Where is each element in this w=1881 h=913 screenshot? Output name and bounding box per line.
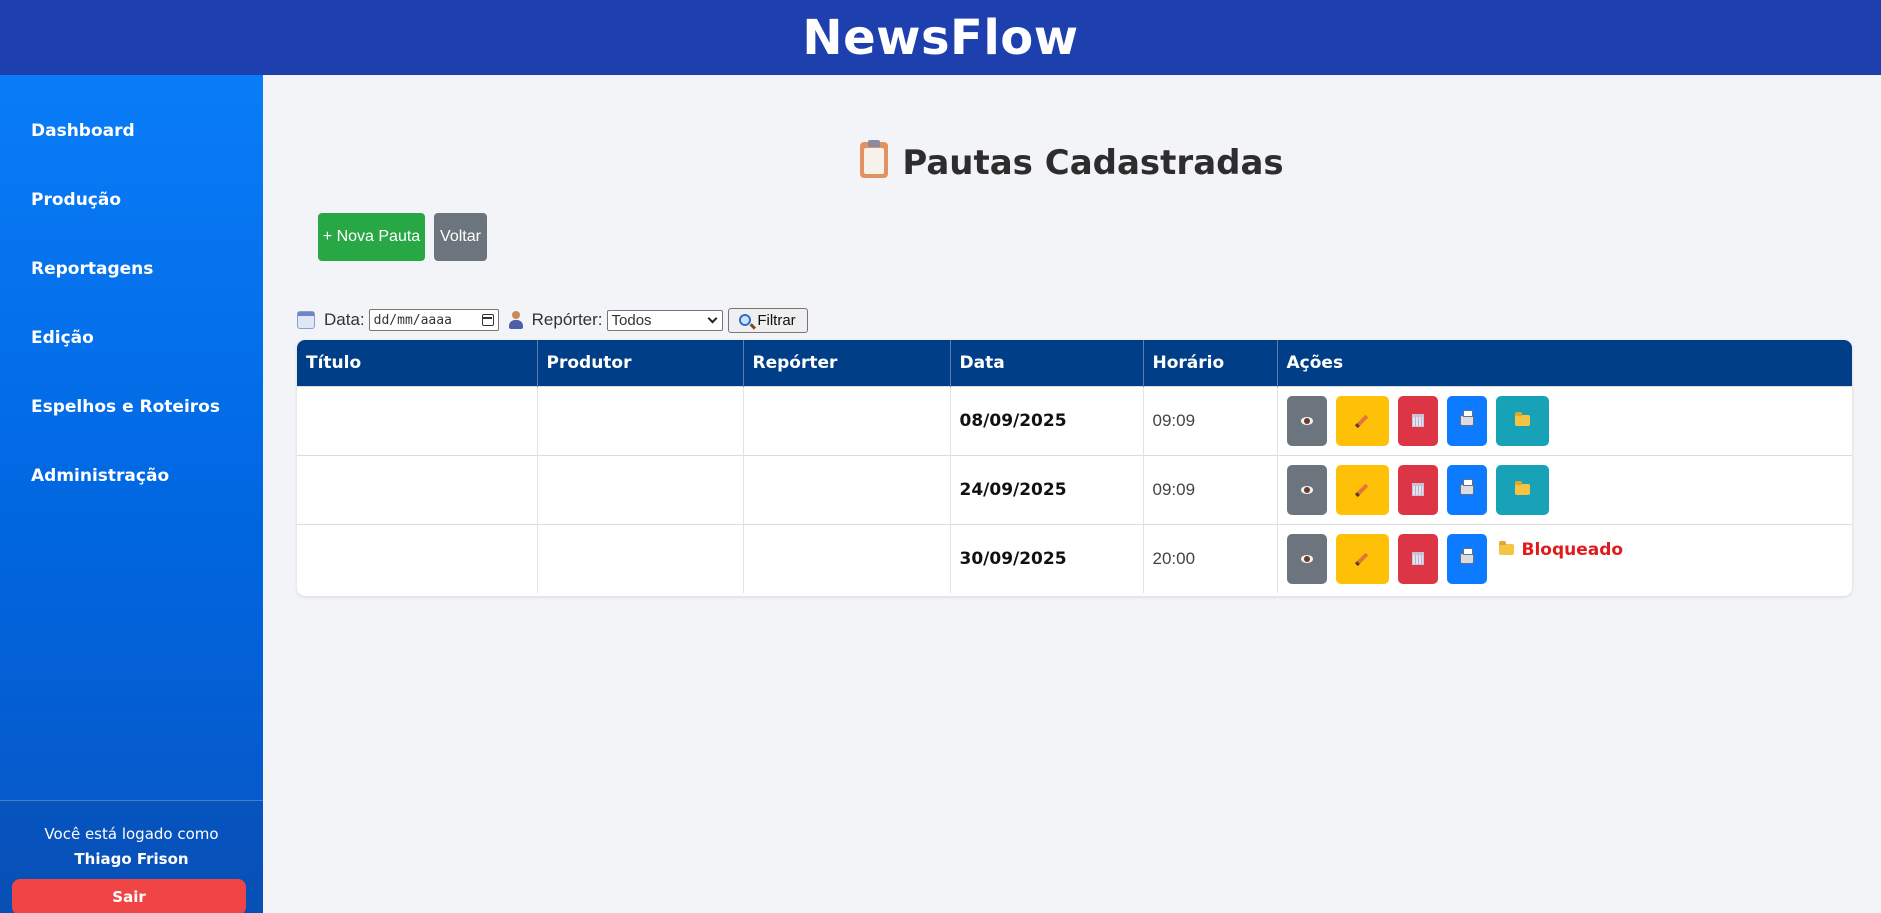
- blocked-status: Bloqueado: [1498, 539, 1624, 560]
- cell-data: 08/09/2025: [950, 385, 1144, 455]
- cell-produtor: [537, 385, 744, 455]
- view-button[interactable]: [1286, 464, 1327, 515]
- view-button[interactable]: [1286, 533, 1327, 584]
- sidebar-item-edicao[interactable]: Edição: [0, 328, 263, 397]
- column-header-produtor: Produtor: [537, 340, 744, 386]
- reporter-icon: [508, 311, 524, 329]
- sidebar: Dashboard Produção Reportagens Edição Es…: [0, 75, 263, 913]
- chevron-down-icon: [707, 313, 717, 323]
- eye-icon: [1300, 416, 1313, 425]
- date-picker-icon[interactable]: [481, 314, 494, 326]
- column-header-horario: Horário: [1143, 340, 1278, 386]
- back-button[interactable]: Voltar: [434, 213, 487, 261]
- printer-icon: [1459, 548, 1474, 565]
- eye-icon: [1300, 554, 1313, 563]
- sidebar-item-producao[interactable]: Produção: [0, 190, 263, 259]
- logout-button[interactable]: Sair: [12, 879, 246, 913]
- cell-acoes: Bloqueado: [1277, 523, 1852, 593]
- pencil-icon: [1355, 414, 1369, 427]
- print-button[interactable]: [1446, 464, 1487, 515]
- print-button[interactable]: [1446, 533, 1487, 584]
- search-icon: [739, 314, 752, 326]
- cell-titulo: [297, 385, 538, 455]
- sidebar-item-reportagens[interactable]: Reportagens: [0, 259, 263, 328]
- new-pauta-button[interactable]: + Nova Pauta: [318, 213, 425, 261]
- sidebar-item-dashboard[interactable]: Dashboard: [0, 121, 263, 190]
- folder-icon: [1514, 481, 1530, 495]
- row-actions: Bloqueado: [1286, 533, 1844, 584]
- row-actions: [1286, 395, 1844, 446]
- folder-button[interactable]: [1495, 395, 1549, 446]
- main-content: Pautas Cadastradas + Nova Pauta Voltar D…: [263, 75, 1881, 913]
- column-header-reporter: Repórter: [743, 340, 951, 386]
- cell-horario: 09:09: [1143, 454, 1278, 524]
- date-filter-label: Data:: [324, 310, 365, 329]
- printer-icon: [1459, 410, 1474, 426]
- logged-in-text: Você está logado como Thiago Frison: [0, 822, 263, 872]
- cell-acoes: [1277, 385, 1852, 455]
- cell-data: 24/09/2025: [950, 454, 1144, 524]
- user-name: Thiago Frison: [74, 850, 189, 868]
- column-header-data: Data: [950, 340, 1144, 386]
- pencil-icon: [1355, 552, 1369, 566]
- sidebar-item-espelhos-roteiros[interactable]: Espelhos e Roteiros: [0, 397, 263, 466]
- logged-in-prefix: Você está logado como: [44, 825, 219, 843]
- delete-button[interactable]: [1397, 464, 1438, 515]
- table-row: 08/09/2025 09:09: [297, 385, 1852, 455]
- cell-data: 30/09/2025: [950, 523, 1144, 593]
- sidebar-nav: Dashboard Produção Reportagens Edição Es…: [0, 75, 263, 535]
- column-header-titulo: Título: [297, 340, 538, 386]
- delete-button[interactable]: [1397, 395, 1438, 446]
- cell-produtor: [537, 454, 744, 524]
- date-filter-input[interactable]: dd/mm/aaaa: [368, 309, 499, 331]
- app-title: NewsFlow: [802, 9, 1079, 66]
- reporter-filter-label: Repórter:: [531, 310, 603, 329]
- printer-icon: [1459, 479, 1474, 495]
- edit-button[interactable]: [1335, 533, 1389, 584]
- folder-icon: [1514, 412, 1530, 426]
- trash-icon: [1411, 414, 1424, 427]
- reporter-select-value: Todos: [611, 311, 652, 329]
- folder-icon: [1498, 541, 1514, 556]
- cell-acoes: [1277, 454, 1852, 524]
- cell-titulo: [297, 523, 538, 593]
- sidebar-item-administracao[interactable]: Administração: [0, 466, 263, 535]
- pautas-table: Título Produtor Repórter Data Horário Aç…: [297, 340, 1852, 596]
- cell-horario: 09:09: [1143, 385, 1278, 455]
- trash-icon: [1411, 552, 1424, 566]
- blocked-label: Bloqueado: [1521, 539, 1624, 560]
- calendar-icon: [297, 311, 315, 329]
- table-row: 30/09/2025 20:00 Bloqueado: [297, 523, 1852, 593]
- sidebar-footer: Você está logado como Thiago Frison Sair: [0, 800, 263, 913]
- filter-button[interactable]: Filtrar: [727, 307, 808, 333]
- row-actions: [1286, 464, 1844, 515]
- view-button[interactable]: [1286, 395, 1327, 446]
- cell-produtor: [537, 523, 744, 593]
- filter-button-label: Filtrar: [757, 311, 796, 329]
- filter-bar: Data: dd/mm/aaaa Repórter: Todos Filtrar: [297, 306, 808, 334]
- table-row: 24/09/2025 09:09: [297, 454, 1852, 524]
- clipboard-icon: [860, 140, 889, 178]
- reporter-select[interactable]: Todos: [606, 309, 723, 331]
- cell-titulo: [297, 454, 538, 524]
- cell-reporter: [743, 385, 951, 455]
- cell-horario: 20:00: [1143, 523, 1278, 593]
- date-filter-placeholder: dd/mm/aaaa: [373, 312, 452, 328]
- edit-button[interactable]: [1335, 395, 1389, 446]
- table-header-row: Título Produtor Repórter Data Horário Aç…: [297, 340, 1852, 386]
- pencil-icon: [1355, 483, 1369, 496]
- cell-reporter: [743, 523, 951, 593]
- trash-icon: [1411, 483, 1424, 496]
- delete-button[interactable]: [1397, 533, 1438, 584]
- cell-reporter: [743, 454, 951, 524]
- page-title-text: Pautas Cadastradas: [902, 143, 1284, 183]
- folder-button[interactable]: [1495, 464, 1549, 515]
- eye-icon: [1300, 485, 1313, 494]
- page-title: Pautas Cadastradas: [263, 140, 1881, 183]
- top-bar: NewsFlow: [0, 0, 1881, 75]
- column-header-acoes: Ações: [1277, 340, 1852, 386]
- print-button[interactable]: [1446, 395, 1487, 446]
- edit-button[interactable]: [1335, 464, 1389, 515]
